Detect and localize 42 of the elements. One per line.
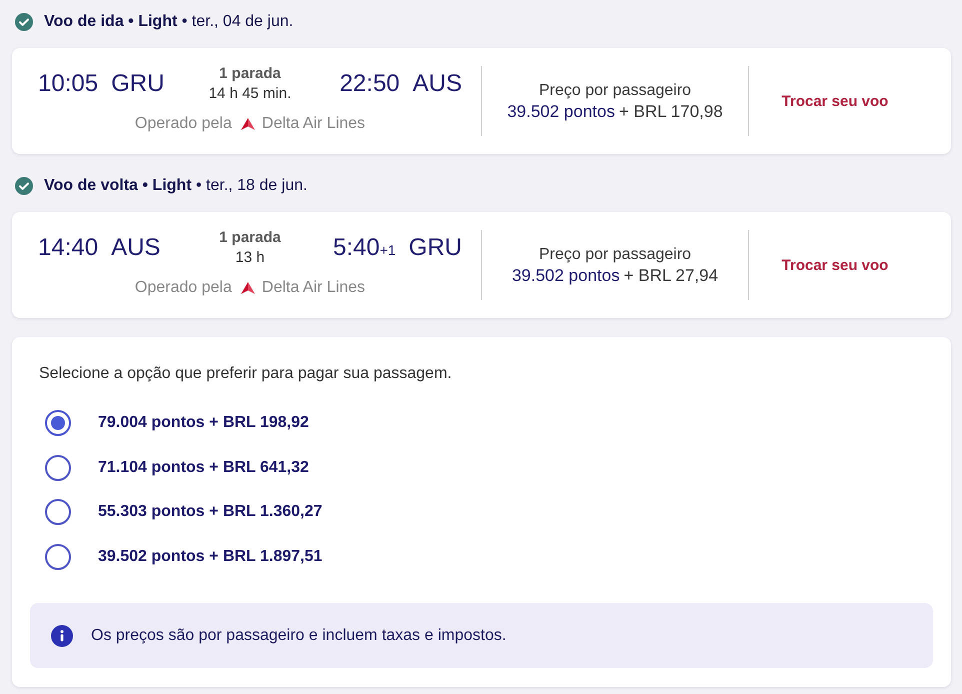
check-circle-icon: [15, 177, 33, 195]
arrival-airport: GRU: [408, 234, 462, 262]
airline-name: Delta Air Lines: [262, 115, 366, 133]
operated-by-label: Operado pela: [134, 279, 232, 297]
operated-by-label: Operado pela: [134, 115, 232, 133]
price-points: 39.502 pontos: [512, 264, 620, 286]
payment-prompt: Selecione a opção que preferir para pagar sua passagem.: [39, 364, 453, 384]
info-icon: [51, 624, 73, 646]
info-note: Os preços são por passageiro e incluem taxas e impostos.: [91, 626, 506, 644]
arrival-airport: AUS: [412, 70, 462, 98]
option-label[interactable]: 39.502 pontos + BRL 1.897,51: [98, 548, 322, 566]
radio-button[interactable]: [45, 499, 71, 526]
arrival-time: 22:50: [340, 70, 400, 98]
departure-airport: GRU: [111, 70, 164, 98]
airline-name: Delta Air Lines: [262, 279, 366, 297]
stops-count: 1 parada: [219, 228, 281, 248]
leg-heading: Voo de volta • Light • ter., 18 de jun.: [44, 177, 308, 195]
radio-button[interactable]: [45, 454, 71, 481]
option-label[interactable]: 71.104 pontos + BRL 641,32: [98, 458, 309, 477]
stops-count: 1 parada: [219, 64, 281, 84]
option-label[interactable]: 79.004 pontos + BRL 198,92: [98, 414, 309, 432]
change-flight-link[interactable]: Trocar seu voo: [780, 252, 890, 278]
price-label: Preço por passageiro: [538, 80, 692, 100]
departure-time: 14:40: [38, 234, 98, 262]
radio-button[interactable]: [45, 410, 71, 436]
flight-duration: 13 h: [235, 248, 265, 268]
leg-heading: Voo de ida • Light • ter., 04 de jun.: [44, 13, 294, 31]
departure-airport: AUS: [111, 234, 160, 262]
triangle-logo-icon: [240, 282, 255, 294]
day-offset: +1: [380, 242, 396, 258]
change-flight-link[interactable]: Trocar seu voo: [780, 88, 890, 114]
arrival-time: 5:40: [332, 234, 380, 262]
departure-time: 10:05: [38, 70, 98, 98]
triangle-logo-icon: [240, 118, 255, 130]
price-points: 39.502 pontos: [507, 100, 615, 122]
radio-button[interactable]: [45, 544, 71, 570]
option-label[interactable]: 55.303 pontos + BRL 1.360,27: [98, 503, 322, 522]
flight-duration: 14 h 45 min.: [208, 84, 292, 104]
price-label: Preço por passageiro: [538, 244, 692, 264]
check-circle-icon: [15, 13, 33, 31]
price-cash: + BRL 27,94: [624, 264, 718, 286]
price-cash: + BRL 170,98: [618, 100, 723, 122]
